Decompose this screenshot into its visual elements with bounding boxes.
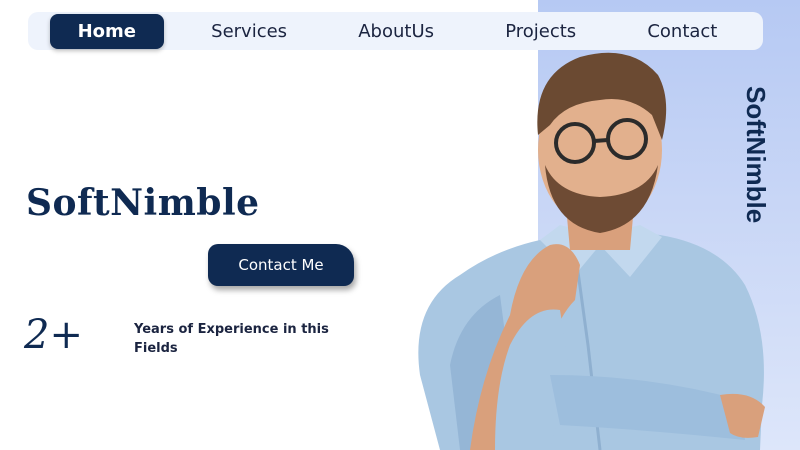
nav-item-projects[interactable]: Projects [481,15,600,48]
glasses-bridge [593,138,609,143]
nav-item-home[interactable]: Home [49,13,164,49]
brand-title: SoftNimble [26,182,260,224]
experience-stat-label: Years of Experience in this Fields [134,322,329,356]
nav-item-aboutus[interactable]: AboutUs [334,15,458,48]
nav-item-contact[interactable]: Contact [623,15,741,48]
contact-me-button[interactable]: Contact Me [208,244,354,286]
hero-person-image [418,52,765,450]
vertical-brand-text: SoftNimble [741,86,771,224]
top-navbar: Home Services AboutUs Projects Contact [28,12,763,50]
nav-item-services[interactable]: Services [187,15,311,48]
experience-stat-number: 2+ [24,312,83,358]
